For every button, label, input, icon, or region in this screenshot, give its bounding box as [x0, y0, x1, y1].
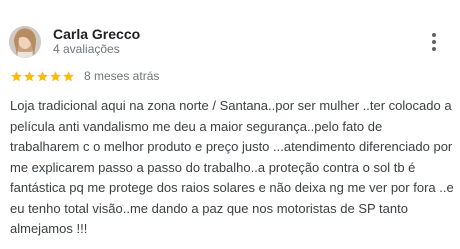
review-text: Loja tradicional aqui na zona norte / Sa… [10, 98, 454, 236]
avatar[interactable] [9, 26, 41, 58]
star-icon [37, 70, 48, 81]
star-icon [50, 70, 61, 81]
rating-row: 8 meses atrás [10, 68, 159, 84]
star-icon [24, 70, 35, 81]
star-icon [63, 70, 74, 81]
reviewer-review-count: 4 avaliações [53, 42, 120, 56]
reviewer-name[interactable]: Carla Grecco [53, 26, 140, 43]
more-options-button[interactable] [423, 30, 445, 54]
more-vert-icon [432, 33, 436, 51]
review-card: Carla Grecco 4 avaliações 8 meses atrás … [0, 0, 460, 249]
star-rating [10, 70, 75, 83]
review-date: 8 meses atrás [84, 68, 160, 83]
avatar-photo [9, 26, 41, 58]
star-icon [11, 70, 22, 81]
